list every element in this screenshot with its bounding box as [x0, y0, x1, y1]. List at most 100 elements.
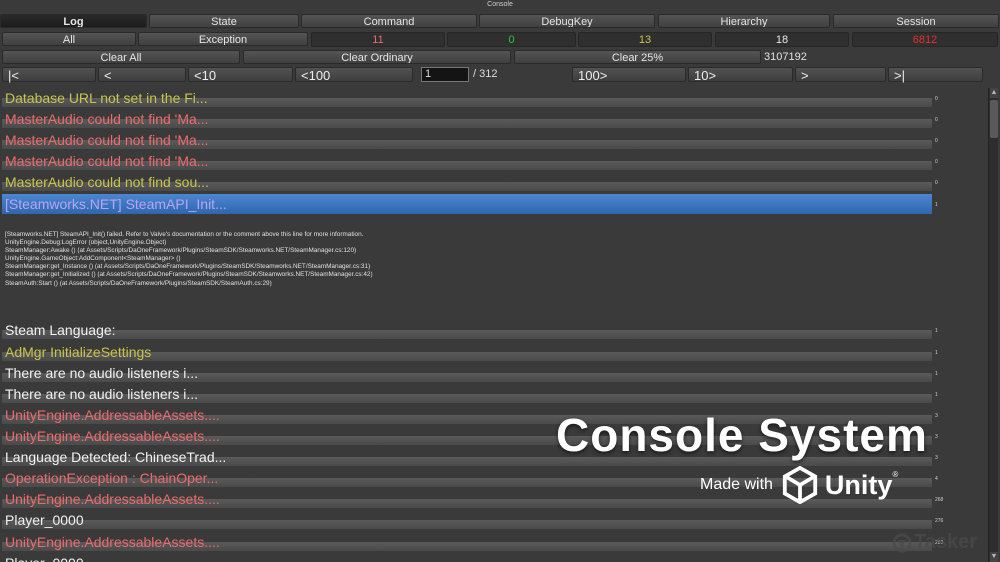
- scroll-thumb[interactable]: [990, 100, 998, 138]
- log-entry[interactable]: There are no audio listeners i...: [2, 384, 932, 404]
- log-entry-count: 1: [935, 392, 938, 398]
- log-entry[interactable]: Database URL not set in the Fi...: [2, 88, 932, 108]
- log-entry-text: Player_0000: [5, 554, 84, 562]
- log-entry-text: AdMgr InitializeSettings: [5, 344, 152, 360]
- stack-trace: [Steamworks.NET] SteamAPI_Init() failed.…: [5, 231, 373, 288]
- log-entry[interactable]: Steam Language:: [2, 320, 932, 340]
- pagination-bar: |< < <10 <100 1 / 312 100> 10> > >|: [0, 67, 983, 83]
- made-with-unity: Made with Unity ®: [700, 466, 898, 504]
- page-next100-button[interactable]: 100>: [572, 67, 686, 83]
- promo-title: Console System: [556, 409, 928, 461]
- unity-logo-icon: [782, 466, 818, 504]
- clear-all-button[interactable]: Clear All: [2, 50, 240, 64]
- page-prev100-button[interactable]: <100: [295, 67, 413, 83]
- filter-all-button[interactable]: All: [2, 32, 136, 46]
- log-entry-count: 1: [935, 350, 938, 356]
- filter-bar: All Exception 11 0 13 18 6812: [0, 32, 998, 47]
- log-entry-count: 0: [935, 180, 938, 186]
- log-entry-count: 1: [935, 371, 938, 377]
- stack-trace-line: [Steamworks.NET] SteamAPI_Init() failed.…: [5, 231, 364, 238]
- error-count[interactable]: 11: [311, 32, 445, 47]
- page-last-button[interactable]: >|: [888, 67, 983, 83]
- log-entry-count: 276: [935, 518, 944, 524]
- total-log-count: 3107192: [764, 51, 807, 63]
- unity-brand-label: Unity: [824, 469, 893, 500]
- scroll-down-icon[interactable]: ▼: [990, 552, 998, 562]
- log-entry-count: 3: [935, 434, 938, 440]
- clear-ordinary-button[interactable]: Clear Ordinary: [243, 50, 511, 64]
- log-entry[interactable]: MasterAudio could not find 'Ma...: [2, 130, 932, 150]
- tab-session[interactable]: Session: [833, 14, 999, 28]
- window-title: Console: [487, 1, 513, 8]
- log-entry-text: MasterAudio could not find sou...: [5, 174, 209, 190]
- log-entry-text: Steam Language:: [5, 322, 116, 338]
- log-entry-count: 0: [935, 138, 938, 144]
- page-number-input[interactable]: 1: [421, 67, 469, 82]
- tab-log[interactable]: Log: [0, 14, 147, 28]
- log-entry-count: 4: [935, 476, 938, 482]
- tasker-logo-icon: [892, 533, 912, 552]
- stack-trace-line: SteamManager:get_Initialized () (at Asse…: [5, 271, 373, 279]
- stack-trace-line: UnityEngine.Debug:LogError (object,Unity…: [5, 239, 167, 247]
- log-entry[interactable]: AdMgr InitializeSettings: [2, 342, 932, 362]
- page-first-button[interactable]: |<: [2, 67, 96, 83]
- promo-overlay: Console System Made with Unity ®: [556, 408, 928, 504]
- page-next10-button[interactable]: 10>: [688, 67, 793, 83]
- stack-trace-line: SteamAuth:Start () (at Assets/Scripts/Da…: [5, 279, 272, 287]
- scroll-up-icon[interactable]: ▲: [990, 88, 998, 98]
- filter-exception-button[interactable]: Exception: [138, 32, 308, 46]
- log-entry[interactable]: MasterAudio could not find sou...: [2, 172, 932, 192]
- page-total: / 312: [473, 68, 498, 80]
- log-entry[interactable]: MasterAudio could not find 'Ma...: [2, 109, 932, 129]
- log-entry-text: There are no audio listeners i...: [5, 365, 198, 381]
- tab-hierarchy[interactable]: Hierarchy: [658, 14, 830, 28]
- log-entry-count: 0: [935, 96, 938, 102]
- log-entry[interactable]: Player_0000: [2, 553, 932, 562]
- clear-bar: Clear All Clear Ordinary Clear 25% 31071…: [0, 50, 807, 64]
- exception-count[interactable]: 6812: [852, 32, 998, 47]
- log-entry[interactable]: There are no audio listeners i...: [2, 363, 932, 383]
- log-entry-bar: [2, 330, 932, 339]
- made-with-label: Made with: [700, 476, 773, 493]
- log-entry-count: 3: [935, 413, 938, 419]
- log-entry-count: 0: [935, 159, 938, 165]
- page-next-button[interactable]: >: [795, 67, 886, 83]
- warning-count[interactable]: 13: [578, 32, 712, 47]
- log-entry-text: Language Detected: ChineseTrad...: [5, 449, 227, 465]
- tab-bar: Log State Command DebugKey Hierarchy Ses…: [0, 14, 999, 28]
- page-prev10-button[interactable]: <10: [188, 67, 293, 83]
- log-scrollbar[interactable]: ▲ ▼: [988, 88, 998, 562]
- log-entry-text: [Steamworks.NET] SteamAPI_Init...: [5, 196, 227, 212]
- stack-trace-line: UnityEngine.GameObject:AddComponent<Stea…: [5, 255, 181, 263]
- log-entry-text: Player_0000: [5, 512, 84, 528]
- log-entry-selected[interactable]: [Steamworks.NET] SteamAPI_Init...: [2, 194, 932, 214]
- log-entry-text: UnityEngine.AddressableAssets....: [5, 491, 220, 507]
- tab-debugkey[interactable]: DebugKey: [479, 14, 655, 28]
- tasker-watermark: Tasker: [892, 531, 977, 554]
- log-entry[interactable]: MasterAudio could not find 'Ma...: [2, 151, 932, 171]
- log-entry-count: 268: [935, 497, 944, 503]
- log-entry-count: 3: [935, 455, 938, 461]
- log-entry-count: 1: [935, 328, 938, 334]
- log-count[interactable]: 18: [715, 32, 849, 47]
- log-entry-text: Database URL not set in the Fi...: [5, 90, 208, 106]
- stack-trace-line: SteamManager:Awake () (at Assets/Scripts…: [5, 247, 357, 255]
- log-entry-text: UnityEngine.AddressableAssets....: [5, 534, 220, 550]
- assert-count[interactable]: 0: [447, 32, 576, 47]
- log-entry-text: MasterAudio could not find 'Ma...: [5, 132, 209, 148]
- log-entry-text: UnityEngine.AddressableAssets....: [5, 428, 220, 444]
- tab-state[interactable]: State: [149, 14, 299, 28]
- log-entry[interactable]: UnityEngine.AddressableAssets....: [2, 532, 932, 552]
- tasker-label: Tasker: [914, 531, 978, 553]
- registered-mark: ®: [892, 470, 899, 479]
- stack-trace-line: SteamManager:get_Instance () (at Assets/…: [5, 263, 371, 271]
- log-entry-text: MasterAudio could not find 'Ma...: [5, 153, 209, 169]
- log-entry-bar: [2, 520, 932, 529]
- tab-command[interactable]: Command: [301, 14, 477, 28]
- log-entry-text: There are no audio listeners i...: [5, 386, 198, 402]
- log-entry-text: OperationException : ChainOper...: [5, 470, 219, 486]
- log-entry[interactable]: Player_0000: [2, 510, 932, 530]
- log-entry-count: 0: [935, 117, 938, 123]
- page-prev-button[interactable]: <: [98, 67, 186, 83]
- clear-25-button[interactable]: Clear 25%: [514, 50, 761, 64]
